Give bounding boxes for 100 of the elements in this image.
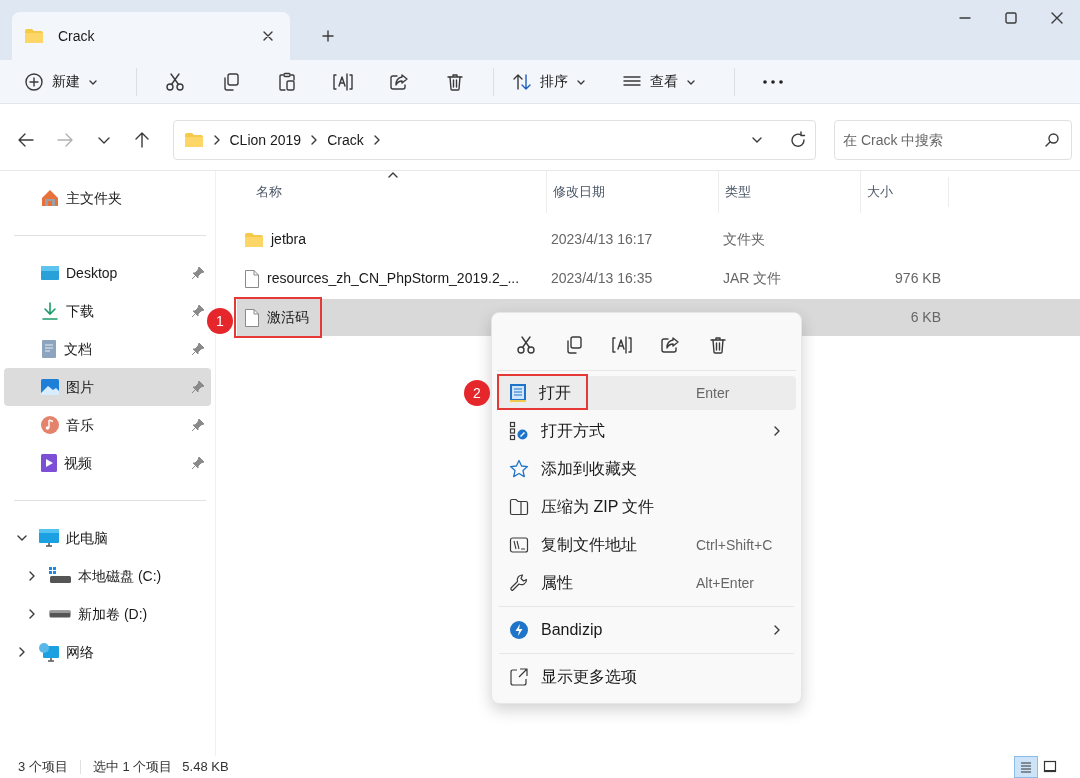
- wrench-icon: [509, 573, 529, 593]
- menu-item[interactable]: 压缩为 ZIP 文件: [497, 490, 796, 524]
- details-view-icon: [1019, 760, 1033, 774]
- star-icon: [509, 459, 529, 479]
- size-cell: 6 KB: [910, 309, 941, 325]
- copy-icon: [564, 334, 584, 355]
- file-row[interactable]: jetbra 2023/4/13 16:17 文件夹: [237, 221, 1080, 258]
- plus-circle-icon: [24, 71, 44, 92]
- pin-icon: [191, 304, 205, 318]
- file-name: resources_zh_CN_PhpStorm_2019.2_...: [267, 269, 520, 288]
- open-with-icon: [509, 421, 529, 441]
- shortcut-label: Enter: [696, 383, 731, 403]
- search-field[interactable]: 在 Crack 中搜索: [834, 120, 1072, 160]
- tree-item[interactable]: 新加卷 (D:): [4, 595, 211, 633]
- history-dropdown-icon: [751, 135, 763, 145]
- scissors-icon: [516, 334, 536, 355]
- video-icon: [40, 453, 58, 473]
- type-cell: 文件夹: [723, 231, 765, 247]
- menu-item[interactable]: 添加到收藏夹: [497, 452, 796, 486]
- type-cell: JAR 文件: [723, 270, 782, 286]
- step-badge: 1: [207, 308, 233, 334]
- column-header[interactable]: 修改日期: [553, 182, 605, 202]
- file-name: jetbra: [271, 230, 307, 249]
- picture-icon: [40, 377, 60, 397]
- pin-icon: [191, 266, 205, 280]
- toolbar-button[interactable]: 新建: [16, 64, 106, 99]
- search-icon: [1044, 132, 1060, 148]
- copy-icon: [221, 71, 241, 92]
- tab-title: Crack: [58, 26, 96, 46]
- date-cell: 2023/4/13 16:17: [551, 231, 653, 247]
- expand-chevron-icon: [27, 608, 37, 620]
- desktop-icon: [40, 264, 60, 282]
- date-cell: 2023/4/13 16:35: [551, 270, 653, 286]
- expand-chevron-icon: [17, 646, 27, 658]
- drive-icon: [49, 610, 71, 618]
- shortcut-label: Ctrl+Shift+C: [696, 535, 774, 555]
- document-icon: [244, 307, 260, 328]
- folder-icon: [183, 132, 204, 148]
- breadcrumb-item[interactable]: Crack: [327, 129, 364, 151]
- sidebar-item[interactable]: Desktop: [4, 254, 211, 292]
- sort-ascending-icon: [387, 171, 399, 179]
- toolbar-button[interactable]: 查看: [614, 64, 704, 99]
- column-header[interactable]: 名称: [256, 182, 282, 202]
- scissors-icon: [165, 71, 185, 92]
- column-header[interactable]: 大小: [867, 182, 893, 202]
- size-cell: 976 KB: [895, 270, 941, 286]
- item-count: 3 个项目: [18, 758, 68, 777]
- rename-icon: [332, 71, 354, 92]
- back-arrow-icon: [17, 131, 36, 149]
- path-icon: [509, 536, 529, 554]
- view-toggle-button[interactable]: [1014, 756, 1038, 778]
- tiles-view-icon: [1043, 760, 1057, 774]
- expand-chevron-icon: [16, 533, 28, 543]
- notepad-icon: [509, 383, 527, 403]
- monitor-icon: [38, 528, 60, 548]
- menu-item[interactable]: 复制文件地址 Ctrl+Shift+C: [497, 528, 796, 562]
- external-icon: [509, 667, 529, 687]
- breadcrumb-item[interactable]: CLion 2019: [229, 129, 302, 151]
- tree-item[interactable]: 本地磁盘 (C:): [4, 557, 211, 595]
- refresh-icon: [789, 131, 807, 149]
- menu-item[interactable]: Bandizip: [497, 613, 796, 647]
- sidebar-item[interactable]: 主文件夹: [4, 179, 211, 217]
- folder-icon: [244, 231, 264, 248]
- maximize-icon: [1005, 12, 1017, 24]
- pin-icon: [191, 418, 205, 432]
- plus-icon: [321, 29, 335, 43]
- drive-icon: [48, 566, 72, 586]
- address-bar[interactable]: CLion 2019 Crack: [172, 120, 816, 160]
- sidebar-item[interactable]: 图片: [4, 368, 211, 406]
- bandizip-icon: [509, 620, 529, 640]
- document-icon: [244, 268, 260, 289]
- trash-icon: [445, 71, 465, 92]
- sort-icon: [512, 71, 532, 92]
- tree-item[interactable]: 网络: [4, 633, 211, 671]
- close-icon: [1051, 12, 1063, 24]
- file-name: 激活码: [267, 308, 309, 327]
- toolbar-button[interactable]: 排序: [504, 64, 594, 99]
- sidebar-item[interactable]: 音乐: [4, 406, 211, 444]
- pin-icon: [191, 380, 205, 394]
- column-header[interactable]: 类型: [725, 182, 751, 202]
- forward-arrow-icon: [55, 131, 74, 149]
- expand-chevron-icon: [27, 570, 37, 582]
- clipboard-icon: [277, 71, 297, 92]
- step-badge: 2: [464, 380, 490, 406]
- sidebar-item[interactable]: 视频: [4, 444, 211, 482]
- menu-item[interactable]: 属性 Alt+Enter: [497, 566, 796, 600]
- trash-icon: [708, 334, 728, 355]
- home-icon: [40, 188, 60, 208]
- download-icon: [40, 301, 60, 321]
- share-icon: [660, 334, 680, 355]
- file-row[interactable]: resources_zh_CN_PhpStorm_2019.2_... 2023/4/13 16:35 JAR 文件 976 KB: [237, 260, 1080, 297]
- window-tab[interactable]: Crack: [12, 12, 290, 60]
- pin-icon: [191, 456, 205, 470]
- menu-item[interactable]: 打开方式: [497, 414, 796, 448]
- shortcut-label: Alt+Enter: [696, 573, 755, 593]
- folder-icon: [24, 28, 44, 44]
- close-icon: [262, 30, 274, 42]
- pin-icon: [191, 342, 205, 356]
- menu-item[interactable]: 显示更多选项: [497, 660, 796, 694]
- tree-item[interactable]: 此电脑: [4, 519, 211, 557]
